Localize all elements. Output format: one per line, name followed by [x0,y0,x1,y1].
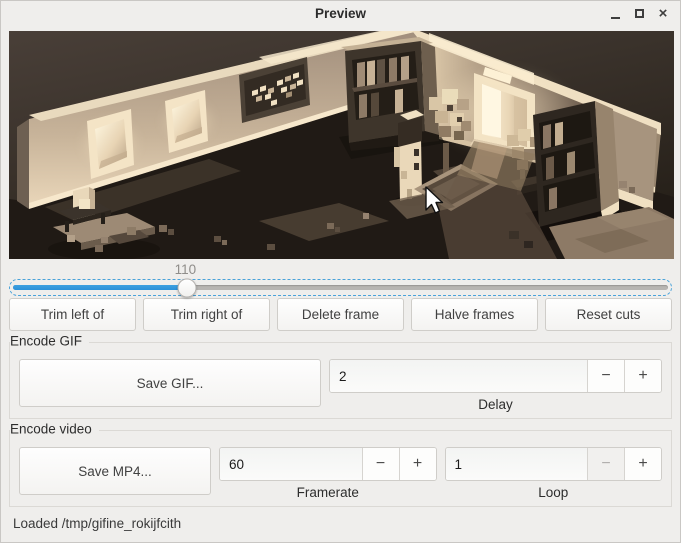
loop-input[interactable]: 1 [446,448,588,480]
framerate-minus-button[interactable]: − [362,448,399,480]
framerate-spinbox: 60 − + [219,447,437,481]
delay-group: 2 − + Delay [329,359,662,412]
minimize-button[interactable] [606,4,624,22]
encode-video-section: Encode video Save MP4... 60 − + Framerat… [9,430,672,507]
close-button[interactable]: × [654,4,672,22]
delay-input[interactable]: 2 [330,360,587,392]
framerate-group: 60 − + Framerate [219,447,437,500]
encode-gif-title: Encode GIF [10,334,89,349]
encode-gif-section: Encode GIF Save GIF... 2 − + Delay [9,342,672,419]
framerate-input[interactable]: 60 [220,448,362,480]
app-window: Preview × [0,0,681,543]
framerate-label: Framerate [219,485,437,500]
window-title: Preview [1,6,680,21]
titlebar[interactable]: Preview × [1,1,680,25]
loop-plus-button[interactable]: + [624,448,661,480]
loop-group: 1 − + Loop [445,447,663,500]
status-text: Loaded /tmp/gifine_rokijfcith [13,516,672,531]
save-gif-button[interactable]: Save GIF... [19,359,321,407]
delay-minus-button[interactable]: − [587,360,624,392]
framerate-plus-button[interactable]: + [399,448,436,480]
encode-video-title: Encode video [10,422,99,437]
loop-label: Loop [445,485,663,500]
delay-spinbox: 2 − + [329,359,662,393]
minimize-icon [611,17,620,19]
slider-fill [13,285,187,290]
maximize-button[interactable] [630,4,648,22]
content-area: 110 Trim left of Trim right of Delete fr… [1,25,680,542]
delete-frame-button[interactable]: Delete frame [277,298,404,331]
trim-left-button[interactable]: Trim left of [9,298,136,331]
scene-render [9,31,674,259]
slider-handle[interactable] [178,278,197,297]
reset-cuts-button[interactable]: Reset cuts [545,298,672,331]
halve-frames-button[interactable]: Halve frames [411,298,538,331]
frame-action-buttons: Trim left of Trim right of Delete frame … [9,298,672,331]
loop-minus-button: − [587,448,624,480]
frame-slider: 110 [9,259,672,298]
delay-label: Delay [329,397,662,412]
slider-focus-ring [9,279,672,296]
save-mp4-button[interactable]: Save MP4... [19,447,211,495]
slider-track[interactable] [13,285,668,290]
preview-image [9,31,674,259]
maximize-icon [635,9,644,18]
close-icon: × [659,6,668,21]
loop-spinbox: 1 − + [445,447,663,481]
trim-right-button[interactable]: Trim right of [143,298,270,331]
slider-value: 110 [175,262,197,277]
window-controls: × [606,4,680,22]
delay-plus-button[interactable]: + [624,360,661,392]
